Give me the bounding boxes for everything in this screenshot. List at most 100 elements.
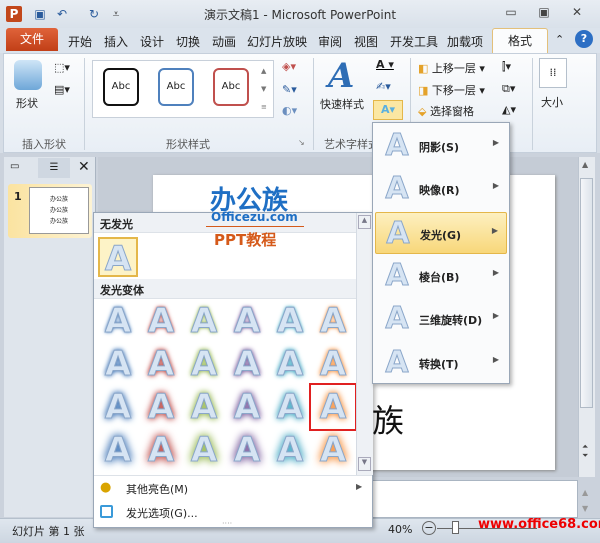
tab-animations[interactable]: 动画 [212, 33, 236, 50]
glow-variant-option[interactable]: A [98, 387, 138, 428]
glow-variant-option[interactable]: A [98, 301, 138, 342]
shapes-icon[interactable] [14, 60, 42, 90]
quick-styles-button[interactable]: 快速样式 [320, 96, 364, 112]
glow-variant-option[interactable]: A [270, 430, 310, 471]
tab-slideshow[interactable]: 幻灯片放映 [247, 33, 307, 50]
glow-variant-option[interactable]: A [313, 301, 353, 342]
slide-text[interactable]: 族 [372, 396, 404, 442]
tab-developer[interactable]: 开发工具 [390, 33, 438, 50]
prev-next-slide-icon[interactable]: ⏶ ⏷ [582, 442, 588, 460]
glow-variant-option[interactable]: A [98, 430, 138, 471]
menu-item-bevel[interactable]: A 棱台(B) ▶ [375, 255, 507, 297]
gallery-scrollbar[interactable] [356, 213, 373, 475]
shape-style-1[interactable]: Abc [103, 68, 139, 106]
glow-options-item[interactable]: 发光选项(G)... [94, 501, 372, 523]
resize-grip[interactable]: ···· [222, 519, 232, 528]
glow-variant-option[interactable]: A [141, 344, 181, 385]
tab-file[interactable]: 文件 [6, 28, 58, 51]
maximize-button[interactable]: ▣ [533, 5, 555, 21]
tab-design[interactable]: 设计 [140, 33, 164, 50]
zoom-level[interactable]: 40% [388, 523, 412, 536]
transform-icon: A [385, 344, 409, 380]
gallery-scroll-icon[interactable]: ▲ ▼ ≡ [261, 62, 267, 116]
menu-item-label: 映像(R) [419, 184, 460, 198]
glow-variant-option[interactable]: A [184, 387, 224, 428]
gallery-scroll-up[interactable]: ▲ [358, 215, 371, 229]
shape-effects-icon[interactable]: ◐▾ [282, 104, 297, 117]
glow-variant-option[interactable]: A [227, 387, 267, 428]
glow-variant-option[interactable]: A [309, 383, 357, 431]
glow-variant-option[interactable]: A [184, 344, 224, 385]
glow-variant-option[interactable]: A [141, 387, 181, 428]
glow-variant-option[interactable]: A [227, 430, 267, 471]
slide-thumbnail[interactable]: 办公族 办公族 办公族 [29, 187, 89, 234]
selection-pane-button[interactable]: ⬙ 选择窗格 [418, 103, 474, 119]
glow-variant-option[interactable]: A [141, 430, 181, 471]
zoom-out-button[interactable]: − [422, 521, 436, 535]
glow-variant-option[interactable]: A [184, 430, 224, 471]
glow-variant-option[interactable]: A [313, 430, 353, 471]
shape-style-3[interactable]: Abc [213, 68, 249, 106]
no-glow-option[interactable]: A [98, 237, 138, 280]
size-icon[interactable]: ⁞⁞ [539, 58, 567, 88]
tab-review[interactable]: 审阅 [318, 33, 342, 50]
menu-item-transform[interactable]: A 转换(T) ▶ [375, 342, 507, 384]
slide-number: 1 [14, 190, 22, 203]
text-fill-icon[interactable]: A ▾ [376, 58, 394, 71]
menu-item-reflection[interactable]: A 映像(R) ▶ [375, 168, 507, 210]
menu-item-shadow[interactable]: A 阴影(S) ▶ [375, 125, 507, 167]
group-icon[interactable]: ⧉▾ [502, 82, 515, 96]
scrollbar-thumb[interactable] [580, 178, 593, 408]
watermark: www.office68.com [478, 517, 600, 532]
send-backward-button[interactable]: ◨ 下移一层 ▾ [418, 82, 485, 98]
notes-scroll-icon[interactable]: ▲ ▼ [582, 485, 588, 517]
glow-variant-option[interactable]: A [270, 344, 310, 385]
gallery-scroll-down[interactable]: ▼ [358, 457, 371, 471]
zoom-slider-thumb[interactable] [452, 521, 459, 534]
shape-fill-icon[interactable]: ◈▾ [282, 60, 296, 73]
minimize-ribbon-icon[interactable]: ⌃ [555, 33, 564, 46]
glow-variant-option[interactable]: A [270, 301, 310, 342]
glow-variant-option[interactable]: A [141, 301, 181, 342]
glow-variant-option[interactable]: A [313, 344, 353, 385]
more-colors-label: 其他亮色(M) [126, 483, 189, 496]
menu-item-3d-rotation[interactable]: A 三维旋转(D) ▶ [375, 298, 507, 340]
quick-styles-icon[interactable]: A [328, 56, 354, 96]
shape-outline-icon[interactable]: ✎▾ [282, 83, 297, 96]
close-button[interactable]: ✕ [566, 5, 588, 21]
tab-transitions[interactable]: 切换 [176, 33, 200, 50]
tab-home[interactable]: 开始 [68, 33, 92, 50]
divider [84, 58, 85, 150]
align-icon[interactable]: ⫿▾ [502, 60, 511, 74]
glow-variant-option[interactable]: A [98, 344, 138, 385]
minimize-button[interactable]: ▭ [500, 5, 522, 21]
outline-tab[interactable]: ☰ [38, 158, 70, 178]
help-icon[interactable]: ? [575, 30, 593, 48]
shapes-button[interactable]: 形状 [16, 95, 38, 111]
tab-view[interactable]: 视图 [354, 33, 378, 50]
tab-format[interactable]: 格式 [492, 28, 548, 54]
glow-variants-grid: AAAAAAAAAAAAAAAAAAAAAAAA [94, 301, 357, 473]
scroll-up-icon[interactable]: ▲ [582, 160, 588, 169]
reflection-icon: A [385, 171, 409, 207]
menu-item-label: 阴影(S) [419, 141, 459, 154]
more-colors-item[interactable]: ● 其他亮色(M) ▶ [94, 477, 372, 499]
glow-variant-option[interactable]: A [184, 301, 224, 342]
slides-tab[interactable]: ▭ [10, 161, 19, 172]
glow-variant-option[interactable]: A [227, 344, 267, 385]
shape-style-2[interactable]: Abc [158, 68, 194, 106]
dialog-launcher-icon[interactable]: ↘ [298, 138, 305, 147]
rotate-icon[interactable]: ◭▾ [502, 103, 516, 116]
tab-insert[interactable]: 插入 [104, 33, 128, 50]
close-pane-icon[interactable]: ✕ [78, 159, 90, 175]
bring-forward-button[interactable]: ◧ 上移一层 ▾ [418, 60, 485, 76]
text-outline-icon[interactable]: ✍▾ [376, 80, 391, 93]
glow-variant-option[interactable]: A [270, 387, 310, 428]
tab-addins[interactable]: 加载项 [447, 33, 483, 50]
text-box-icon[interactable]: ▤▾ [54, 83, 70, 96]
text-effects-button[interactable]: A▾ [373, 100, 403, 120]
menu-item-glow[interactable]: A 发光(G) ▶ [375, 211, 507, 254]
edit-shape-icon[interactable]: ⬚▾ [54, 61, 70, 74]
size-button[interactable]: 大小 [541, 94, 563, 110]
glow-variant-option[interactable]: A [227, 301, 267, 342]
